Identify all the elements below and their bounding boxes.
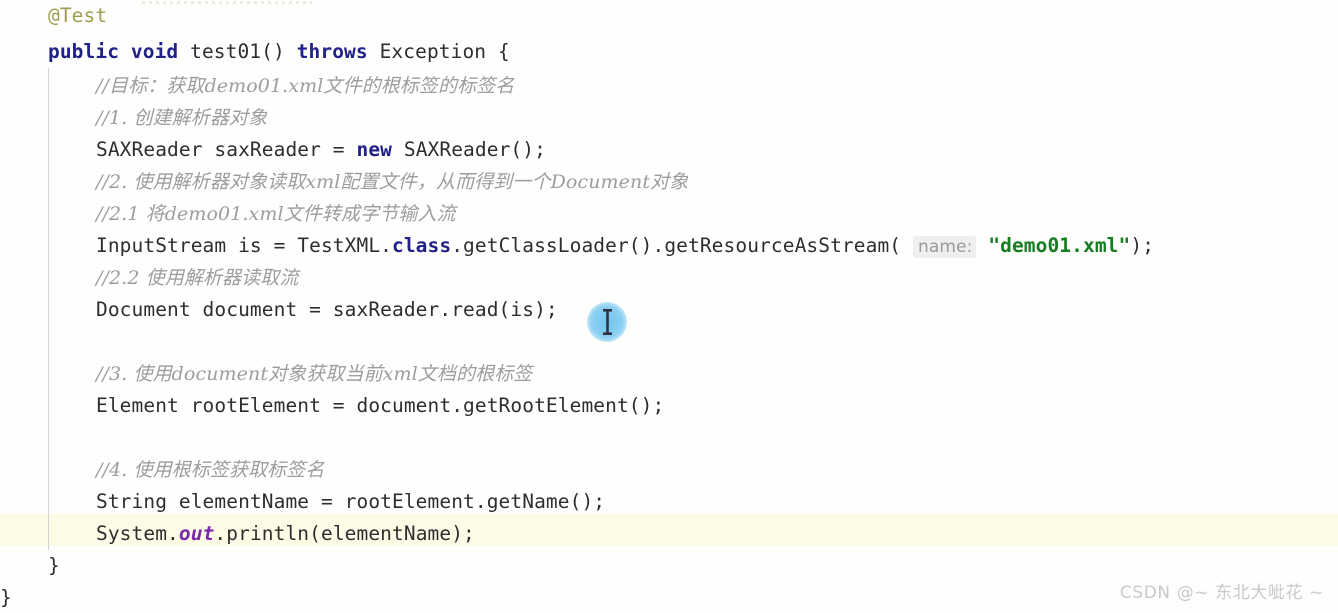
code-line-5[interactable]: SAXReader saxReader = new SAXReader(); [0, 134, 1338, 166]
keyword-public: public [48, 40, 120, 63]
comment-step-1: //1. 创建解析器对象 [96, 107, 268, 129]
comment-step-2-2: //2.2 使用解析器读取流 [96, 267, 299, 289]
ctor-saxreader: SAXReader(); [392, 138, 546, 161]
code-line-8[interactable]: InputStream is = TestXML.class.getClassL… [0, 230, 1338, 262]
csdn-watermark: CSDN @~ 东北大呲花 ~ [1119, 583, 1324, 603]
keyword-new: new [356, 138, 393, 161]
code-line-11-blank[interactable] [0, 326, 1338, 358]
code-line-7[interactable]: //2.1 将demo01.xml文件转成字节输入流 [0, 198, 1338, 230]
static-field-out: out [178, 522, 215, 545]
method-name-test01: test01() [190, 40, 285, 63]
comment-step-4: //4. 使用根标签获取标签名 [96, 459, 325, 481]
call-println: .println(elementName); [214, 522, 475, 545]
comment-goal: //目标：获取demo01.xml文件的根标签的标签名 [96, 75, 515, 97]
annotation-test: @Test [48, 4, 108, 27]
ide-code-editor-screenshot: @Test public void test01() throws Except… [0, 0, 1338, 613]
comment-step-2: //2. 使用解析器对象读取xml配置文件，从而得到一个Document对象 [96, 171, 689, 193]
code-line-12[interactable]: //3. 使用document对象获取当前xml文档的根标签 [0, 358, 1338, 390]
call-system: System. [96, 522, 179, 545]
comment-step-2-1: //2.1 将demo01.xml文件转成字节输入流 [96, 203, 456, 225]
code-line-16[interactable]: String elementName = rootElement.getName… [0, 486, 1338, 518]
code-line-17-current[interactable]: System.out.println(elementName); [0, 518, 1338, 550]
decl-elementname: String elementName = rootElement.getName… [96, 490, 606, 513]
code-editor-surface[interactable]: @Test public void test01() throws Except… [0, 0, 1338, 613]
closing-brace-class: } [0, 586, 12, 609]
code-line-14-blank[interactable] [0, 422, 1338, 454]
keyword-throws: throws [296, 40, 368, 63]
call-getresourceasstream: .getClassLoader().getResourceAsStream( [451, 234, 913, 257]
code-line-4[interactable]: //1. 创建解析器对象 [0, 102, 1338, 134]
code-line-2[interactable]: public void test01() throws Exception { [0, 36, 1338, 68]
decl-inputstream: InputStream is = TestXML. [96, 234, 392, 257]
code-line-1[interactable]: @Test [0, 0, 1338, 32]
call-close-paren: ); [1130, 234, 1155, 257]
decl-rootelement: Element rootElement = document.getRootEl… [96, 394, 665, 417]
parameter-hint-name: name: [912, 236, 977, 258]
closing-brace-method: } [48, 554, 60, 577]
comment-step-3: //3. 使用document对象获取当前xml文档的根标签 [96, 363, 533, 385]
decl-document: Document document = saxReader.read(is); [96, 298, 558, 321]
code-line-15[interactable]: //4. 使用根标签获取标签名 [0, 454, 1338, 486]
code-line-10[interactable]: Document document = saxReader.read(is); [0, 294, 1338, 326]
string-literal-demo01-xml: "demo01.xml" [988, 234, 1131, 257]
code-line-13[interactable]: Element rootElement = document.getRootEl… [0, 390, 1338, 422]
code-line-9[interactable]: //2.2 使用解析器读取流 [0, 262, 1338, 294]
decl-saxreader: SAXReader saxReader = [96, 138, 357, 161]
keyword-class: class [392, 234, 452, 257]
keyword-void: void [130, 40, 179, 63]
code-line-6[interactable]: //2. 使用解析器对象读取xml配置文件，从而得到一个Document对象 [0, 166, 1338, 198]
type-exception: Exception { [379, 40, 510, 63]
code-line-3[interactable]: //目标：获取demo01.xml文件的根标签的标签名 [0, 70, 1338, 102]
